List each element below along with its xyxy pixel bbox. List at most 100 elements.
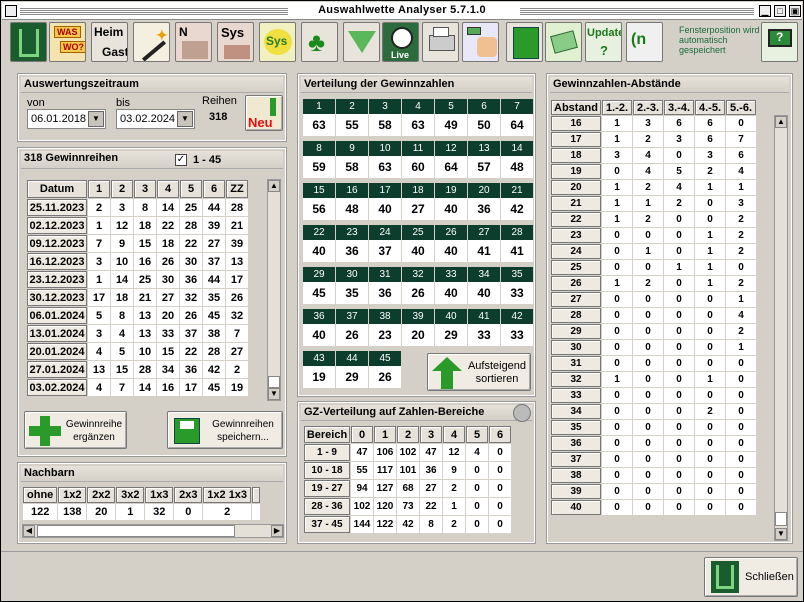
spreadsheet-icon[interactable]: [506, 22, 543, 62]
column-header[interactable]: 4: [157, 180, 179, 198]
abstand-label[interactable]: 27: [551, 292, 601, 307]
table-row[interactable]: 20.01.2024 4 5 10 15 22 28 27: [27, 343, 248, 360]
printer-icon[interactable]: [422, 22, 459, 62]
hscroll-thumb[interactable]: [37, 525, 235, 537]
gewinnzahl-cell[interactable]: 27 41: [468, 225, 500, 263]
abstand-label[interactable]: 32: [551, 372, 601, 387]
gewinnzahl-cell[interactable]: 42 33: [501, 309, 533, 347]
abstand-label[interactable]: 30: [551, 340, 601, 355]
column-header[interactable]: [252, 487, 261, 503]
save-reihen-button[interactable]: Gewinnreihen speichern...: [167, 411, 283, 449]
gewinnzahl-cell[interactable]: 13 57: [468, 141, 500, 179]
gewinnzahl-cell[interactable]: 10 63: [369, 141, 401, 179]
gewinnzahl-cell[interactable]: 30 35: [336, 267, 368, 305]
heim-gast-icon[interactable]: Heim Gast: [91, 22, 128, 62]
table-row[interactable]: 38 0 0 0 0 0: [551, 468, 756, 483]
table-row[interactable]: 10 - 18 55 117 101 36 9 0 0: [304, 462, 511, 479]
gewinnzahl-cell[interactable]: 21 42: [501, 183, 533, 221]
table-row[interactable]: 19 - 27 94 127 68 27 2 0 0: [304, 480, 511, 497]
column-header[interactable]: 5.-6.: [726, 100, 756, 115]
gewinnzahl-cell[interactable]: 24 37: [369, 225, 401, 263]
column-header[interactable]: 2x2: [87, 487, 116, 503]
gewinnzahl-cell[interactable]: 4 63: [402, 99, 434, 137]
gewinnreihen-scrollbar[interactable]: ▲ ▼: [267, 179, 281, 401]
gewinnzahl-cell[interactable]: 32 26: [402, 267, 434, 305]
gewinnzahl-cell[interactable]: 39 20: [402, 309, 434, 347]
column-header[interactable]: 1x2: [58, 487, 87, 503]
table-row[interactable]: 21 1 1 2 0 3: [551, 196, 756, 211]
gewinnzahl-cell[interactable]: 17 40: [369, 183, 401, 221]
scroll-right-icon[interactable]: ▶: [271, 525, 283, 537]
row-date[interactable]: 09.12.2023: [27, 235, 87, 252]
column-header[interactable]: 1: [88, 180, 110, 198]
table-row[interactable]: 19 0 4 5 2 4: [551, 164, 756, 179]
scroll-thumb[interactable]: [268, 376, 280, 388]
column-header[interactable]: 2: [397, 426, 419, 443]
gewinnzahl-cell[interactable]: 15 56: [303, 183, 335, 221]
table-row[interactable]: 02.12.2023 1 12 18 22 28 39 21: [27, 217, 248, 234]
table-row[interactable]: 30 0 0 0 0 1: [551, 340, 756, 355]
table-row[interactable]: 20 1 2 4 1 1: [551, 180, 756, 195]
nk-icon[interactable]: (n: [626, 22, 663, 62]
row-date[interactable]: 13.01.2024: [27, 325, 87, 342]
table-row[interactable]: 09.12.2023 7 9 15 18 22 27 39: [27, 235, 248, 252]
table-row[interactable]: 26 1 2 0 1 2: [551, 276, 756, 291]
abstand-label[interactable]: 34: [551, 404, 601, 419]
gewinnzahl-cell[interactable]: 19 40: [435, 183, 467, 221]
row-date[interactable]: 30.12.2023: [27, 289, 87, 306]
column-header[interactable]: 1x3: [145, 487, 174, 503]
table-row[interactable]: 35 0 0 0 0 0: [551, 420, 756, 435]
bereich-range[interactable]: 28 - 36: [304, 498, 350, 515]
column-header[interactable]: 2: [111, 180, 133, 198]
gewinnzahl-cell[interactable]: 43 19: [303, 351, 335, 389]
gewinnzahl-cell[interactable]: 37 26: [336, 309, 368, 347]
gewinnzahl-cell[interactable]: 29 45: [303, 267, 335, 305]
column-header[interactable]: Datum: [27, 180, 87, 198]
column-header[interactable]: 3: [420, 426, 442, 443]
table-row[interactable]: 25 0 0 1 1 0: [551, 260, 756, 275]
gewinnzahl-cell[interactable]: 25 40: [402, 225, 434, 263]
table-row[interactable]: 30.12.2023 17 18 21 27 32 35 26: [27, 289, 248, 306]
column-header[interactable]: 1.-2.: [602, 100, 632, 115]
gewinnzahl-cell[interactable]: 26 40: [435, 225, 467, 263]
table-row[interactable]: 27.01.2024 13 15 28 34 36 42 2: [27, 361, 248, 378]
gewinnzahl-cell[interactable]: 40 29: [435, 309, 467, 347]
bis-date-field[interactable]: 03.02.2024 ▼: [116, 109, 195, 129]
table-row[interactable]: 23 0 0 0 1 2: [551, 228, 756, 243]
chevron-down-icon[interactable]: ▼: [177, 111, 193, 127]
tips-icon[interactable]: [545, 22, 582, 62]
gewinnzahl-cell[interactable]: 31 36: [369, 267, 401, 305]
table-row[interactable]: 40 0 0 0 0 0: [551, 500, 756, 515]
abstaende-scrollbar[interactable]: ▲ ▼: [774, 115, 788, 541]
scroll-up-icon[interactable]: ▲: [268, 180, 280, 192]
abstand-label[interactable]: 16: [551, 116, 601, 131]
von-date-field[interactable]: 06.01.2018 ▼: [27, 109, 106, 129]
table-row[interactable]: 36 0 0 0 0 0: [551, 436, 756, 451]
column-header[interactable]: 6: [489, 426, 511, 443]
abstand-label[interactable]: 29: [551, 324, 601, 339]
was-wo-icon[interactable]: WAS WO?: [49, 22, 86, 62]
table-row[interactable]: 28 0 0 0 0 4: [551, 308, 756, 323]
column-header[interactable]: 3: [134, 180, 156, 198]
column-header[interactable]: 4: [443, 426, 465, 443]
abstand-label[interactable]: 38: [551, 468, 601, 483]
filter-checkbox[interactable]: ✓: [175, 154, 187, 166]
funnel-icon[interactable]: [343, 22, 380, 62]
table-row[interactable]: 33 0 0 0 0 0: [551, 388, 756, 403]
column-header[interactable]: 2x3: [174, 487, 203, 503]
column-header[interactable]: 1: [374, 426, 396, 443]
row-date[interactable]: 20.01.2024: [27, 343, 87, 360]
row-date[interactable]: 06.01.2024: [27, 307, 87, 324]
bereich-range[interactable]: 37 - 45: [304, 516, 350, 533]
table-row[interactable]: 34 0 0 0 2 0: [551, 404, 756, 419]
abstand-label[interactable]: 18: [551, 148, 601, 163]
abstand-label[interactable]: 25: [551, 260, 601, 275]
table-row[interactable]: 22 1 2 0 0 2: [551, 212, 756, 227]
add-reihe-button[interactable]: Gewinnreihe ergänzen: [24, 411, 127, 449]
abstand-label[interactable]: 37: [551, 452, 601, 467]
hand-calculator-icon[interactable]: [462, 22, 499, 62]
column-header[interactable]: 4.-5.: [695, 100, 725, 115]
table-row[interactable]: 28 - 36 102 120 73 22 1 0 0: [304, 498, 511, 515]
column-header[interactable]: ZZ: [226, 180, 248, 198]
gewinnzahl-cell[interactable]: 36 40: [303, 309, 335, 347]
